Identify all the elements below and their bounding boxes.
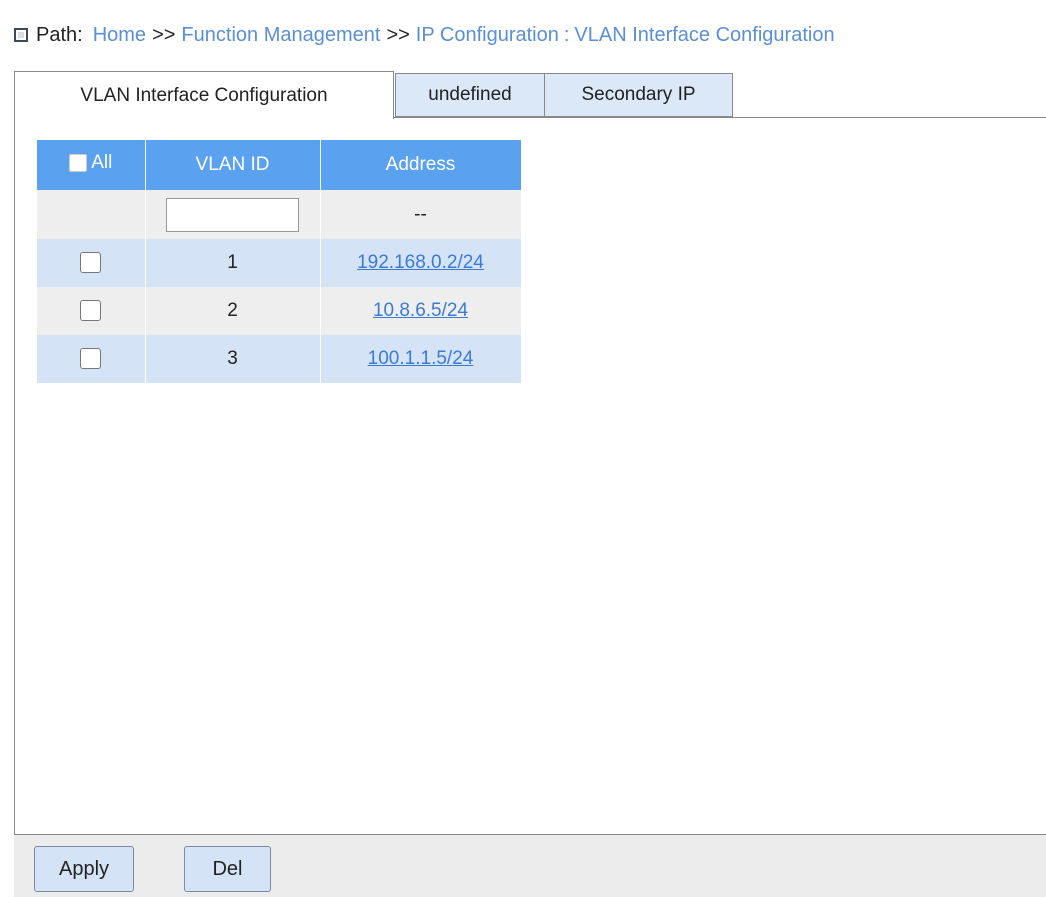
select-all-header: All xyxy=(37,140,146,190)
filter-cell-vlan-id xyxy=(145,190,321,239)
row-checkbox-cell xyxy=(37,335,146,383)
breadcrumb-home[interactable]: Home xyxy=(93,24,146,47)
row-address-link[interactable]: 192.168.0.2/24 xyxy=(357,252,484,273)
breadcrumb-current: VLAN Interface Configuration xyxy=(574,23,835,46)
row-address-cell: 100.1.1.5/24 xyxy=(320,335,522,383)
select-all-checkbox[interactable] xyxy=(69,154,88,172)
row-checkbox-cell xyxy=(37,287,146,335)
path-label: Path: xyxy=(36,23,83,46)
filter-cell-empty xyxy=(37,190,146,239)
row-vlan-id: 2 xyxy=(145,287,321,335)
vlan-id-input[interactable] xyxy=(166,197,299,232)
row-address-cell: 192.168.0.2/24 xyxy=(320,239,522,287)
breadcrumb-colon: : xyxy=(563,23,570,46)
row-address-link[interactable]: 10.8.6.5/24 xyxy=(373,300,468,321)
row-checkbox[interactable] xyxy=(80,300,102,322)
vlan-id-header: VLAN ID xyxy=(145,140,321,190)
row-checkbox[interactable] xyxy=(80,252,102,274)
filter-row: -- xyxy=(37,190,522,239)
select-all-label: All xyxy=(91,152,113,173)
table-row: 2 10.8.6.5/24 xyxy=(37,287,522,335)
table-row: 1 192.168.0.2/24 xyxy=(37,239,522,287)
row-vlan-id: 3 xyxy=(145,335,321,383)
path-square-icon xyxy=(14,28,28,42)
tab-secondary-ip[interactable]: Secondary IP xyxy=(544,73,733,117)
apply-button[interactable]: Apply xyxy=(34,846,134,892)
row-vlan-id: 1 xyxy=(145,239,321,287)
tab-undefined[interactable]: undefined xyxy=(395,73,545,117)
filter-address-placeholder: -- xyxy=(320,190,522,239)
table-header-row: All VLAN ID Address xyxy=(37,140,522,190)
vlan-interface-table: All VLAN ID Address -- 1 192.168.0.2/24 … xyxy=(37,140,522,383)
breadcrumb: Path: Home >> Function Management >> IP … xyxy=(14,22,835,48)
breadcrumb-ip-configuration[interactable]: IP Configuration xyxy=(416,24,559,47)
tab-vlan-interface-configuration[interactable]: VLAN Interface Configuration xyxy=(14,71,394,119)
del-button[interactable]: Del xyxy=(184,846,271,892)
breadcrumb-separator: >> xyxy=(152,23,176,46)
address-header: Address xyxy=(320,140,522,190)
row-address-cell: 10.8.6.5/24 xyxy=(320,287,522,335)
row-checkbox-cell xyxy=(37,239,146,287)
breadcrumb-function-management[interactable]: Function Management xyxy=(181,24,380,47)
breadcrumb-separator: >> xyxy=(386,23,410,46)
table-row: 3 100.1.1.5/24 xyxy=(37,335,522,383)
row-checkbox[interactable] xyxy=(80,348,102,370)
row-address-link[interactable]: 100.1.1.5/24 xyxy=(368,348,474,369)
button-bar: Apply Del xyxy=(14,835,1046,897)
